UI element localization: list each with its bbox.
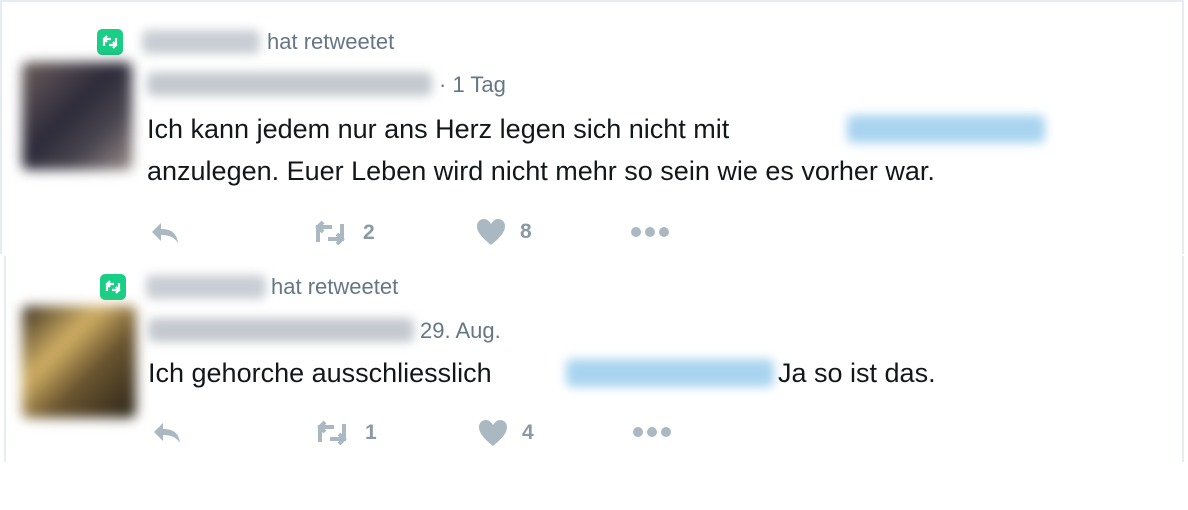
tweet-card[interactable]: hat retweetet 29. Aug. Ich gehorche auss… xyxy=(4,256,1184,462)
mention-link[interactable] xyxy=(847,115,1045,143)
like-button[interactable]: 4 xyxy=(478,419,534,447)
more-button[interactable] xyxy=(632,426,672,438)
avatar[interactable] xyxy=(22,306,136,418)
more-button[interactable] xyxy=(630,226,670,238)
author-name[interactable] xyxy=(147,72,432,96)
tweet-timestamp[interactable]: · 1 Tag xyxy=(439,72,506,98)
mention-link[interactable] xyxy=(566,359,774,387)
like-count: 8 xyxy=(520,220,532,243)
tweet-timestamp[interactable]: 29. Aug. xyxy=(420,318,501,344)
like-button[interactable]: 8 xyxy=(476,218,532,246)
retweeter-name[interactable] xyxy=(146,275,266,299)
tweet-card[interactable]: hat retweetet · 1 Tag Ich kann jedem nur… xyxy=(0,0,1184,254)
retweet-icon xyxy=(315,220,345,246)
retweet-badge-icon xyxy=(100,274,126,300)
retweet-context-label: hat retweetet xyxy=(267,29,395,54)
retweet-context-label: hat retweetet xyxy=(271,274,399,299)
retweet-count: 2 xyxy=(363,221,375,244)
reply-button[interactable] xyxy=(149,220,181,246)
tweet-text-before-mention: Ich gehorche ausschliesslich xyxy=(148,358,492,388)
tweet-text-line1: Ich kann jedem nur ans Herz legen sich n… xyxy=(147,114,730,144)
retweet-button[interactable]: 1 xyxy=(313,420,377,446)
retweet-count: 1 xyxy=(365,421,377,444)
author-name[interactable] xyxy=(148,318,414,342)
like-icon xyxy=(477,219,505,245)
reply-icon xyxy=(152,223,178,243)
more-icon xyxy=(633,427,671,437)
retweet-button[interactable]: 2 xyxy=(311,220,375,246)
retweeter-name[interactable] xyxy=(142,30,260,54)
retweet-icon xyxy=(317,420,347,446)
tweet-text-after-mention: Ja so ist das. xyxy=(778,358,936,388)
more-icon xyxy=(631,227,669,237)
retweet-badge-icon xyxy=(97,29,123,55)
avatar[interactable] xyxy=(22,62,132,170)
reply-icon xyxy=(154,423,180,443)
like-icon xyxy=(479,420,507,446)
like-count: 4 xyxy=(522,421,534,444)
reply-button[interactable] xyxy=(151,420,183,446)
tweet-text-line2: anzulegen. Euer Leben wird nicht mehr so… xyxy=(147,156,935,186)
